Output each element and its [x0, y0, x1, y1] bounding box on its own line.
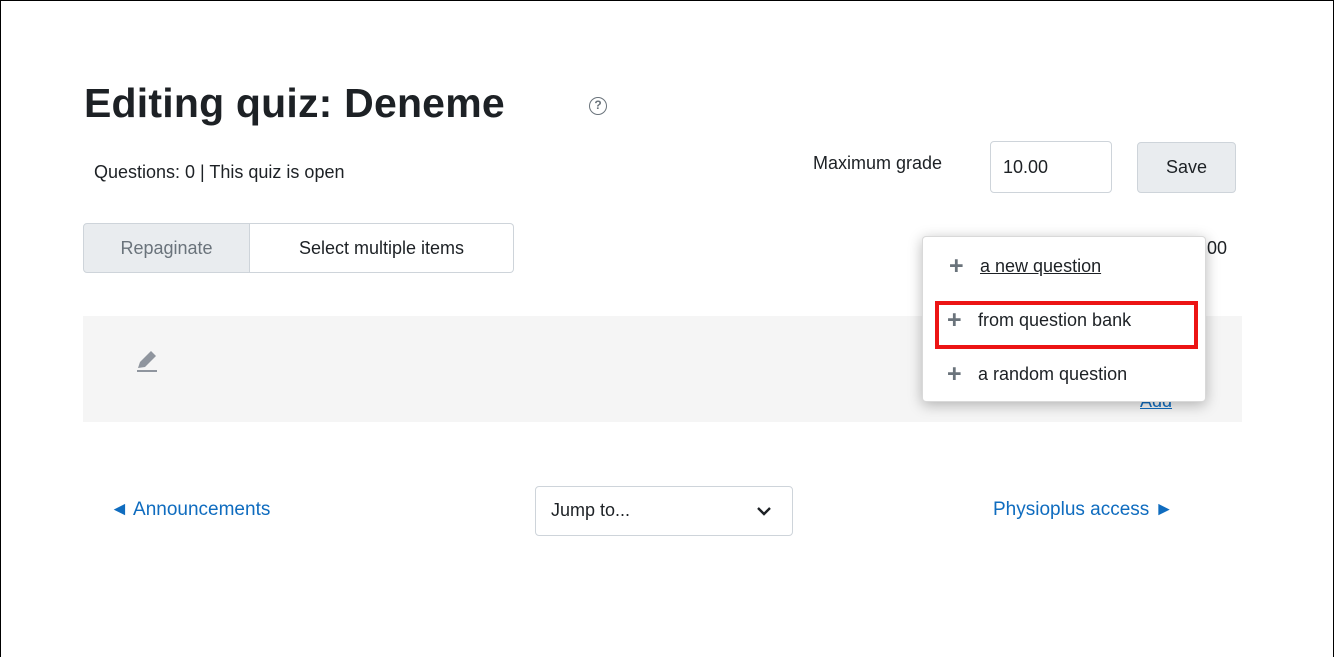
- pencil-icon[interactable]: [133, 346, 161, 374]
- total-marks-fragment: 00: [1207, 238, 1228, 258]
- save-grade-button[interactable]: Save: [1137, 142, 1236, 193]
- page-title: Editing quiz: Deneme: [84, 80, 505, 126]
- plus-icon: +: [947, 360, 962, 388]
- jump-to-select[interactable]: Jump to...: [535, 486, 793, 536]
- jump-to-label: Jump to...: [551, 500, 631, 520]
- repaginate-button: Repaginate: [83, 223, 250, 273]
- question-circle-icon[interactable]: ?: [589, 97, 607, 115]
- previous-activity-link[interactable]: ◄ Announcements: [110, 499, 270, 521]
- menu-item-label: a new question: [980, 255, 1102, 276]
- edit-toolbar: Repaginate Select multiple items: [83, 223, 514, 273]
- maximum-grade-label: Maximum grade: [813, 153, 943, 173]
- menu-item-random-question[interactable]: + a random question: [923, 354, 1205, 394]
- chevron-down-icon: [757, 507, 771, 516]
- select-multiple-items-button[interactable]: Select multiple items: [250, 223, 514, 273]
- plus-icon: +: [949, 252, 964, 280]
- next-activity-link[interactable]: Physioplus access ►: [993, 499, 1173, 521]
- maximum-grade-input[interactable]: [990, 141, 1112, 193]
- menu-item-new-question[interactable]: + a new question: [923, 246, 1205, 286]
- quiz-status-text: Questions: 0 | This quiz is open: [94, 162, 345, 182]
- highlight-box: [935, 301, 1198, 349]
- menu-item-label: a random question: [978, 363, 1128, 384]
